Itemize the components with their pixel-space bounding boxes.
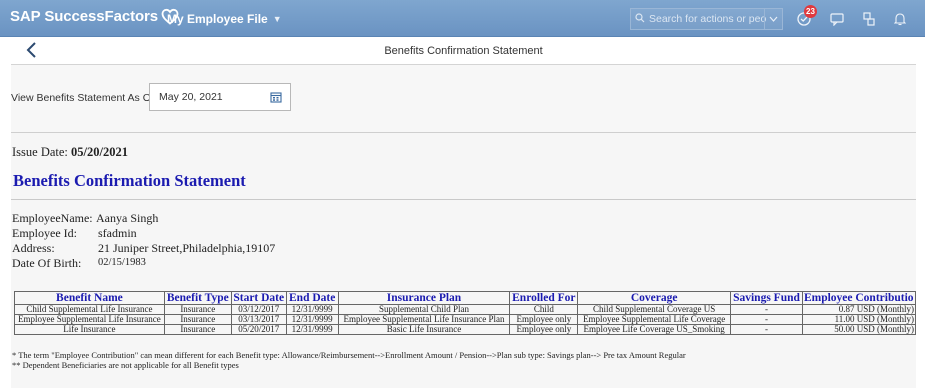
table-cell: 03/13/2017 xyxy=(230,314,287,325)
column-header: End Date xyxy=(285,291,339,305)
column-header: Employee Contributio xyxy=(801,291,917,305)
employee-id-value: sfadmin xyxy=(98,226,137,240)
table-cell: Child xyxy=(509,304,579,315)
benefits-statement: Issue Date: 05/20/2021 Benefits Confirma… xyxy=(11,133,917,388)
table-cell: 11.00 USD (Monthly) xyxy=(801,314,917,325)
employee-name-value: Aanya Singh xyxy=(96,211,159,225)
calendar-icon[interactable] xyxy=(270,91,282,106)
table-cell: - xyxy=(730,324,803,335)
chevron-down-icon: ▼ xyxy=(272,14,282,24)
table-cell: Child Supplemental Life Insurance xyxy=(14,304,165,315)
column-header: Savings Fund xyxy=(730,291,803,305)
table-cell: 12/31/9999 xyxy=(285,324,339,335)
table-cell: Insurance xyxy=(163,324,232,335)
employee-name-label: EmployeeName: xyxy=(12,211,93,225)
issue-date: Issue Date: 05/20/2021 xyxy=(12,145,128,160)
table-cell: Insurance xyxy=(163,314,232,325)
table-cell: Employee Supplemental Life Coverage xyxy=(577,314,732,325)
table-cell: Supplemental Child Plan xyxy=(337,304,511,315)
asof-label: View Benefits Statement As Of: xyxy=(11,92,157,104)
module-label: My Employee File xyxy=(167,12,268,26)
table-cell: 12/31/9999 xyxy=(285,304,339,315)
notification-badge: 23 xyxy=(804,5,817,18)
table-cell: 50.00 USD (Monthly) xyxy=(801,324,917,335)
divider xyxy=(11,199,916,200)
table-row: Child Supplemental Life Insurance Insura… xyxy=(14,304,917,315)
column-header: Start Date xyxy=(230,291,287,305)
table-row: Employee Supplemental Life Insurance Ins… xyxy=(14,314,917,325)
apps-button[interactable] xyxy=(860,10,878,28)
address-label: Address: xyxy=(12,241,55,255)
table-cell: Child Supplemental Coverage US xyxy=(577,304,732,315)
asof-date-value[interactable]: May 20, 2021 xyxy=(159,91,223,103)
table-cell: Employee Life Coverage US_Smoking xyxy=(577,324,732,335)
shell-bar: SAP SuccessFactors My Employee File ▼ Se… xyxy=(0,0,925,37)
footnotes: * The term "Employee Contribution" can m… xyxy=(12,350,686,370)
module-switcher[interactable]: My Employee File ▼ xyxy=(167,12,282,26)
column-header: Enrolled For xyxy=(509,291,579,305)
dob-value: 02/15/1983 xyxy=(98,257,146,268)
footnote: ** Dependent Beneficiaries are not appli… xyxy=(12,360,239,370)
sap-successfactors-logo[interactable]: SAP SuccessFactors xyxy=(10,8,179,25)
page-header: Benefits Confirmation Statement xyxy=(11,37,916,65)
issue-date-value: 05/20/2021 xyxy=(71,145,128,159)
table-cell: Life Insurance xyxy=(14,324,165,335)
table-cell: 05/20/2017 xyxy=(230,324,287,335)
table-header-row: Benefit Name Benefit Type Start Date End… xyxy=(14,291,917,305)
global-search[interactable]: Search for actions or peo... xyxy=(630,8,783,30)
brand-label: SAP SuccessFactors xyxy=(10,8,159,25)
page-title: Benefits Confirmation Statement xyxy=(384,45,543,57)
dob-label: Date Of Birth: xyxy=(12,256,82,270)
people-icon xyxy=(863,12,875,26)
address-value: 21 Juniper Street,Philadelphia,19107 xyxy=(98,241,276,255)
table-cell: Employee only xyxy=(509,314,579,325)
benefits-table: Benefit Name Benefit Type Start Date End… xyxy=(14,291,917,335)
table-cell: 0.87 USD (Monthly) xyxy=(801,304,917,315)
search-icon xyxy=(631,10,649,28)
footnote: * The term "Employee Contribution" can m… xyxy=(12,350,686,360)
table-cell: - xyxy=(730,304,803,315)
chat-icon xyxy=(830,12,844,26)
notifications-button[interactable]: 23 xyxy=(795,5,817,28)
table-cell: Employee Supplemental Life Insurance Pla… xyxy=(337,314,511,325)
table-cell: 12/31/9999 xyxy=(285,314,339,325)
bell-button[interactable] xyxy=(891,10,909,28)
table-cell: Basic Life Insurance xyxy=(337,324,511,335)
column-header: Insurance Plan xyxy=(337,291,511,305)
feedback-button[interactable] xyxy=(828,10,846,28)
search-input[interactable]: Search for actions or peo... xyxy=(649,13,767,25)
employee-id-label: Employee Id: xyxy=(12,226,77,240)
table-row: Life Insurance Insurance 05/20/2017 12/3… xyxy=(14,324,917,335)
search-dropdown-icon[interactable] xyxy=(764,9,782,29)
column-header: Benefit Name xyxy=(14,291,165,305)
table-cell: 03/12/2017 xyxy=(230,304,287,315)
asof-date-picker[interactable]: May 20, 2021 xyxy=(149,83,291,111)
table-cell: Employee Supplemental Life Insurance xyxy=(14,314,165,325)
table-cell: Employee only xyxy=(509,324,579,335)
table-cell: - xyxy=(730,314,803,325)
column-header: Benefit Type xyxy=(163,291,232,305)
issue-date-label: Issue Date: xyxy=(12,145,68,159)
column-header: Coverage xyxy=(577,291,732,305)
table-cell: Insurance xyxy=(163,304,232,315)
statement-filter-bar: View Benefits Statement As Of: May 20, 2… xyxy=(11,65,916,133)
bell-icon xyxy=(894,13,906,26)
statement-title: Benefits Confirmation Statement xyxy=(13,171,246,190)
